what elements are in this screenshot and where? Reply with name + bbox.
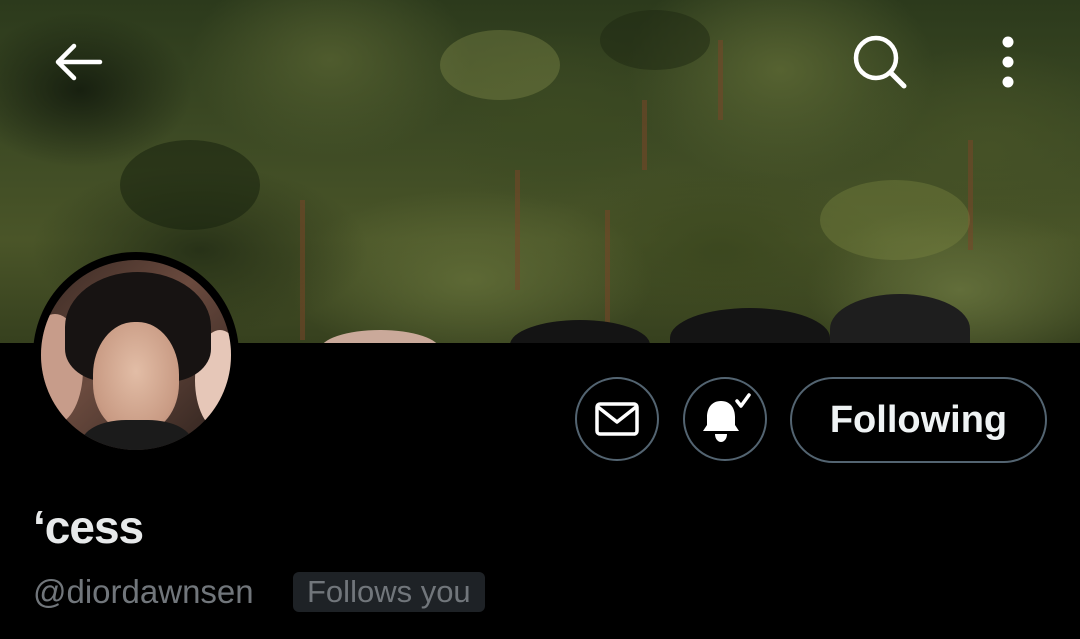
banner-people: [300, 294, 1000, 343]
banner-foliage: [440, 30, 560, 100]
avatar[interactable]: [41, 260, 231, 450]
banner-tree-trunk: [718, 40, 723, 120]
banner-tree-trunk: [515, 170, 520, 290]
username-handle: @diordawnsen: [33, 573, 254, 610]
search-button[interactable]: [844, 26, 916, 98]
display-name: ʻcess: [33, 501, 144, 553]
banner-tree-trunk: [968, 140, 973, 250]
more-vertical-icon: [1002, 36, 1014, 88]
banner-foliage: [820, 180, 970, 260]
profile-screen: Following ʻcess @diordawnsen Follows you: [0, 0, 1080, 639]
banner-person: [830, 294, 970, 343]
banner-person: [320, 330, 440, 343]
notifications-button[interactable]: [683, 377, 767, 461]
mail-icon: [595, 402, 639, 436]
back-button[interactable]: [42, 26, 114, 98]
banner-person: [670, 308, 830, 343]
avatar-collar: [81, 420, 193, 450]
banner-person: [510, 320, 650, 343]
more-options-button[interactable]: [972, 26, 1044, 98]
bell-check-icon: [703, 393, 751, 442]
banner-tree-trunk: [642, 100, 647, 170]
banner-foliage: [600, 10, 710, 70]
back-arrow-icon: [55, 43, 103, 81]
banner-foliage: [120, 140, 260, 230]
message-button[interactable]: [575, 377, 659, 461]
following-button[interactable]: Following: [790, 377, 1047, 463]
avatar-face: [93, 322, 179, 432]
search-icon: [853, 35, 907, 89]
follows-you-badge: Follows you: [293, 572, 485, 612]
